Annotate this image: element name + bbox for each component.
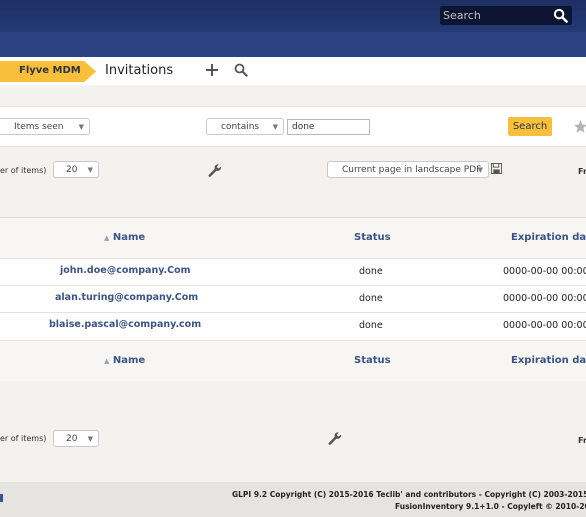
footer-copyright-glpi[interactable]: GLPI 9.2 Copyright (C) 2015-2016 Teclib'… [232, 490, 586, 499]
row-name-link[interactable]: john.doe@company.Com [60, 265, 191, 276]
row-status: done [359, 320, 383, 331]
table-header [0, 218, 586, 258]
chevron-down-icon: ▼ [78, 123, 84, 131]
chevron-down-icon: ▼ [87, 435, 93, 443]
criteria-value-input[interactable] [287, 119, 370, 135]
global-search-input[interactable] [440, 6, 551, 25]
save-icon[interactable] [491, 163, 502, 174]
row-divider [0, 285, 586, 286]
results-table: ▲ Name Status Expiration dat john.doe@co… [0, 217, 586, 381]
table-footer-header [0, 341, 586, 381]
search-button[interactable]: Search [508, 117, 552, 136]
search-icon[interactable] [553, 8, 568, 23]
row-divider [0, 258, 586, 259]
pager-range-label: Fr [578, 167, 586, 176]
wrench-icon[interactable] [327, 431, 342, 446]
row-status: done [359, 293, 383, 304]
search-criteria: Items seen ▼ contains ▼ Search [0, 106, 586, 147]
footer-copyright-fusion[interactable]: FusionInventory 9.1+1.0 - Copyleft © 201… [395, 502, 586, 511]
row-status: done [359, 266, 383, 277]
column-header-name-label: Name [112, 232, 146, 243]
column-footer-expiration[interactable]: Expiration dat [511, 355, 586, 366]
sort-ascending-icon: ▲ [104, 357, 110, 365]
items-per-page-label: er of items) [0, 434, 47, 443]
column-footer-name-label: Name [112, 355, 146, 366]
row-name-link[interactable]: blaise.pascal@company.com [49, 319, 201, 330]
items-per-page-label: er of items) [0, 166, 47, 175]
column-header-name[interactable]: ▲ Name [104, 232, 145, 243]
field-select[interactable]: Items seen ▼ [0, 118, 90, 135]
operator-select[interactable]: contains ▼ [206, 118, 284, 135]
export-select[interactable]: Current page in landscape PDF ▼ [327, 161, 489, 178]
row-name-link[interactable]: alan.turing@company.Com [55, 292, 198, 303]
column-header-expiration[interactable]: Expiration dat [511, 232, 586, 243]
top-header [0, 0, 586, 32]
global-search[interactable] [440, 6, 572, 25]
main-menu-bar [0, 32, 586, 57]
footer-left-mark [0, 494, 3, 502]
row-expiration: 0000-00-00 00:00 [503, 266, 586, 277]
breadcrumb: Flyve MDM Invitations [0, 57, 586, 85]
export-select-value: Current page in landscape PDF [342, 165, 482, 175]
items-per-page-select[interactable]: 20 ▼ [53, 161, 99, 178]
breadcrumb-plugin-label: Flyve MDM [19, 65, 81, 76]
operator-select-value: contains [221, 122, 260, 132]
items-per-page-select[interactable]: 20 ▼ [53, 430, 99, 447]
chevron-down-icon: ▼ [272, 123, 278, 131]
pager-range-label: Fr [578, 436, 586, 445]
chevron-down-icon: ▼ [477, 166, 483, 174]
row-expiration: 0000-00-00 00:00 [503, 320, 586, 331]
items-per-page-value: 20 [66, 434, 78, 444]
page-title[interactable]: Invitations [105, 63, 173, 78]
column-header-status[interactable]: Status [354, 232, 391, 243]
field-select-value: Items seen [14, 122, 64, 132]
column-footer-status[interactable]: Status [354, 355, 391, 366]
column-footer-name[interactable]: ▲ Name [104, 355, 145, 366]
star-icon[interactable] [573, 119, 586, 134]
wrench-icon[interactable] [207, 163, 222, 178]
search-icon[interactable] [234, 63, 248, 77]
plus-icon[interactable] [205, 63, 219, 77]
sort-ascending-icon: ▲ [104, 234, 110, 242]
page-footer: GLPI 9.2 Copyright (C) 2015-2016 Teclib'… [0, 482, 586, 517]
row-expiration: 0000-00-00 00:00 [503, 293, 586, 304]
items-per-page-value: 20 [66, 165, 78, 175]
row-divider [0, 312, 586, 313]
breadcrumb-plugin[interactable]: Flyve MDM [0, 61, 96, 82]
chevron-down-icon: ▼ [87, 166, 93, 174]
